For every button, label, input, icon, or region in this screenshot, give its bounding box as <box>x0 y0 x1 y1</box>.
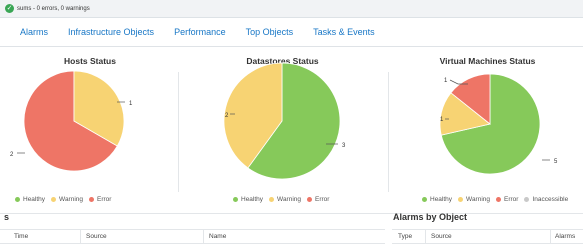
column-header-alarms[interactable]: Alarms <box>555 233 575 240</box>
column-separator <box>203 230 204 243</box>
column-separator <box>550 230 551 243</box>
tab-infrastructure-objects[interactable]: Infrastructure Objects <box>68 27 154 37</box>
column-header-name[interactable]: Name <box>209 233 226 240</box>
datastores-legend: Healthy Warning Error <box>233 196 329 203</box>
section-divider <box>0 213 583 214</box>
healthy-dot <box>15 197 20 202</box>
table-header-bottom-border <box>392 243 583 244</box>
panel-divider <box>178 72 179 192</box>
legend-error: Error <box>97 196 112 203</box>
tab-alarms[interactable]: Alarms <box>20 27 48 37</box>
vms-pie-chart: 1 1 5 <box>439 73 558 175</box>
legend-healthy: Healthy <box>23 196 46 203</box>
hosts-legend: Healthy Warning Error <box>15 196 111 203</box>
table-header-bottom-border <box>0 243 385 244</box>
panel-divider <box>388 72 389 192</box>
vms-error-label: 1 <box>444 78 448 84</box>
inaccessible-dot <box>524 197 530 202</box>
status-text: sums - 0 errors, 0 warnings <box>17 5 90 12</box>
legend-warning: Warning <box>59 196 84 203</box>
hosts-warning-label: 1 <box>129 101 133 107</box>
vms-legend: Healthy Warning Error Inaccessible <box>422 196 568 203</box>
tab-bar: Alarms Infrastructure Objects Performanc… <box>0 18 583 46</box>
tab-tasks-events[interactable]: Tasks & Events <box>313 27 375 37</box>
legend-error: Error <box>315 196 330 203</box>
hosts-pie-chart: 1 2 <box>10 70 133 172</box>
legend-inaccessible: Inaccessible <box>532 196 569 203</box>
healthy-dot <box>233 197 238 202</box>
column-separator <box>425 230 426 243</box>
alarms-section-title: s <box>4 212 10 222</box>
warning-dot <box>458 197 464 202</box>
tab-performance[interactable]: Performance <box>174 27 226 37</box>
error-dot <box>496 197 502 202</box>
legend-healthy: Healthy <box>241 196 264 203</box>
table-header-top-border <box>0 229 385 230</box>
tab-divider <box>0 46 583 47</box>
vms-healthy-label: 5 <box>554 159 558 165</box>
datastores-pie-chart: 3 2 <box>223 62 346 180</box>
column-header-source[interactable]: Source <box>86 233 107 240</box>
legend-warning: Warning <box>277 196 302 203</box>
healthy-dot <box>422 197 427 202</box>
legend-error: Error <box>504 196 519 203</box>
column-header-type[interactable]: Type <box>398 233 412 240</box>
error-dot <box>307 197 313 202</box>
column-separator <box>80 230 81 243</box>
column-header-source[interactable]: Source <box>431 233 452 240</box>
error-dot <box>89 197 95 202</box>
legend-warning: Warning <box>466 196 491 203</box>
alarms-by-object-title: Alarms by Object <box>393 212 468 222</box>
hosts-error-label: 2 <box>10 152 14 158</box>
check-icon: ✓ <box>5 4 14 13</box>
warning-dot <box>269 197 275 202</box>
table-header-top-border <box>392 229 583 230</box>
column-header-time[interactable]: Time <box>14 233 28 240</box>
tab-top-objects[interactable]: Top Objects <box>246 27 294 37</box>
datastores-healthy-label: 3 <box>342 143 346 149</box>
warning-dot <box>51 197 57 202</box>
status-bar: ✓ sums - 0 errors, 0 warnings <box>0 0 583 18</box>
legend-healthy: Healthy <box>430 196 453 203</box>
